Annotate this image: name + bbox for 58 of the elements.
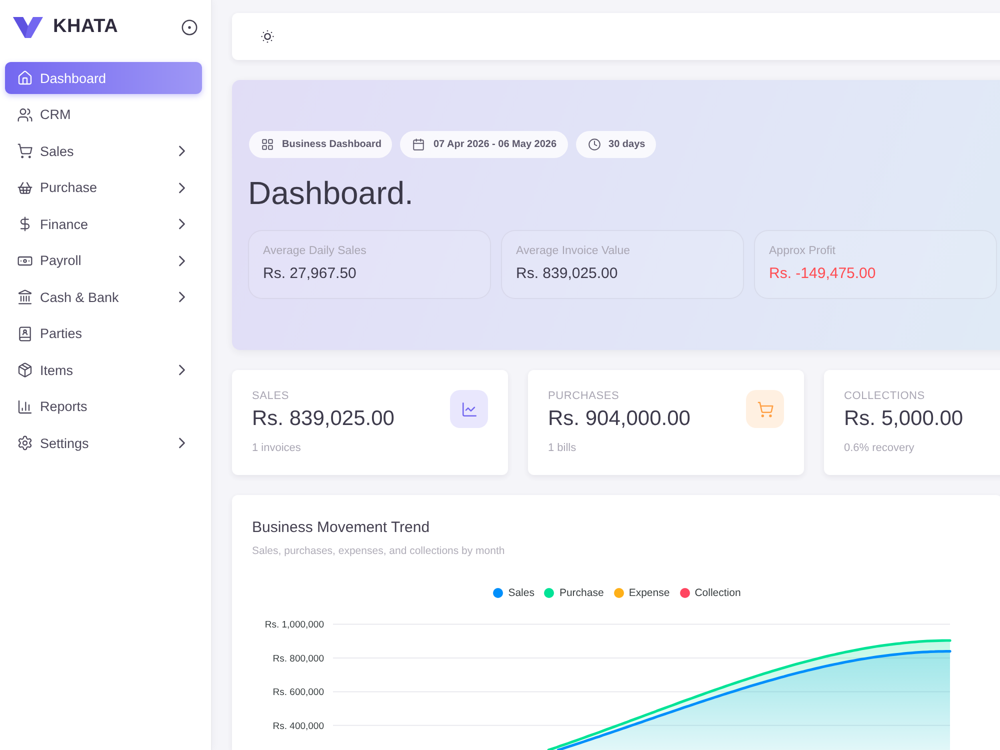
- legend-label: Purchase: [559, 587, 604, 599]
- stat-note: 0.6% recovery: [844, 441, 916, 455]
- stat-note: 1 invoices: [252, 441, 302, 455]
- nav-item[interactable]: Sales: [5, 135, 202, 167]
- metric-label: Average Daily Sales: [263, 244, 368, 259]
- tag-label: 07 Apr 2026 - 06 May 2026: [433, 139, 557, 150]
- circle-dot-icon[interactable]: [181, 18, 198, 36]
- nav-item[interactable]: Items: [5, 354, 202, 386]
- nav-item[interactable]: Purchase: [5, 172, 202, 204]
- stat-label: SALES: [252, 389, 290, 403]
- bar-chart-icon: [17, 398, 33, 414]
- sun-icon[interactable]: [259, 28, 276, 45]
- stat-value: Rs. 904,000.00: [548, 406, 690, 432]
- nav-item[interactable]: Cash & Bank: [5, 281, 202, 313]
- brand-name: KHATA: [53, 16, 118, 38]
- stat-label: COLLECTIONS: [844, 389, 926, 403]
- nav-item[interactable]: CRM: [5, 98, 202, 130]
- address-book-icon: [17, 326, 33, 342]
- house-icon: [17, 70, 33, 86]
- page-title: Dashboard.: [248, 174, 414, 213]
- y-axis-label: Rs. 1,000,000: [264, 620, 324, 631]
- legend-label: Sales: [508, 587, 534, 599]
- cart-icon: [746, 390, 784, 428]
- chart-title: Business Movement Trend: [252, 518, 431, 538]
- stat-label: PURCHASES: [548, 389, 620, 403]
- tag-label: 30 days: [608, 139, 646, 150]
- chart-line-icon: [450, 390, 488, 428]
- y-axis-label: Rs. 800,000: [272, 653, 324, 664]
- y-axis-label: Rs. 400,000: [272, 720, 324, 732]
- settings-icon: [17, 435, 33, 451]
- metric-label: Approx Profit: [769, 244, 836, 259]
- metric-label: Average Invoice Value: [516, 244, 632, 259]
- nav-item[interactable]: Reports: [5, 390, 202, 422]
- basket-icon: [17, 180, 33, 196]
- metric-value: Rs. 27,967.50: [263, 264, 358, 284]
- y-axis-label: Rs. 600,000: [272, 687, 324, 698]
- stat-value: Rs. 839,025.00: [252, 406, 394, 432]
- users-icon: [17, 106, 33, 122]
- stat-value: Rs. 5,000.00: [844, 406, 964, 432]
- cart-icon: [17, 143, 33, 159]
- nav-item[interactable]: Parties: [5, 318, 202, 350]
- bank-icon: [17, 289, 33, 305]
- calendar-icon: [412, 138, 426, 151]
- grid-icon: [261, 138, 274, 151]
- chart-subtitle: Sales, purchases, expenses, and collections by month: [252, 544, 506, 559]
- logo-icon: [13, 16, 43, 38]
- legend-label: Expense: [628, 587, 670, 599]
- nav-item[interactable]: Settings: [5, 427, 202, 459]
- tag-label: Business Dashboard: [282, 139, 382, 150]
- stat-note: 1 bills: [548, 441, 578, 455]
- clock-icon: [588, 138, 601, 151]
- package-icon: [17, 362, 33, 378]
- nav-item[interactable]: Dashboard: [5, 62, 202, 94]
- metric-value: Rs. -149,475.00: [769, 264, 877, 284]
- nav-item[interactable]: Payroll: [5, 244, 202, 276]
- metric-value: Rs. 839,025.00: [516, 264, 619, 284]
- legend-label: Collection: [694, 587, 741, 599]
- nav-item[interactable]: Finance: [5, 208, 202, 240]
